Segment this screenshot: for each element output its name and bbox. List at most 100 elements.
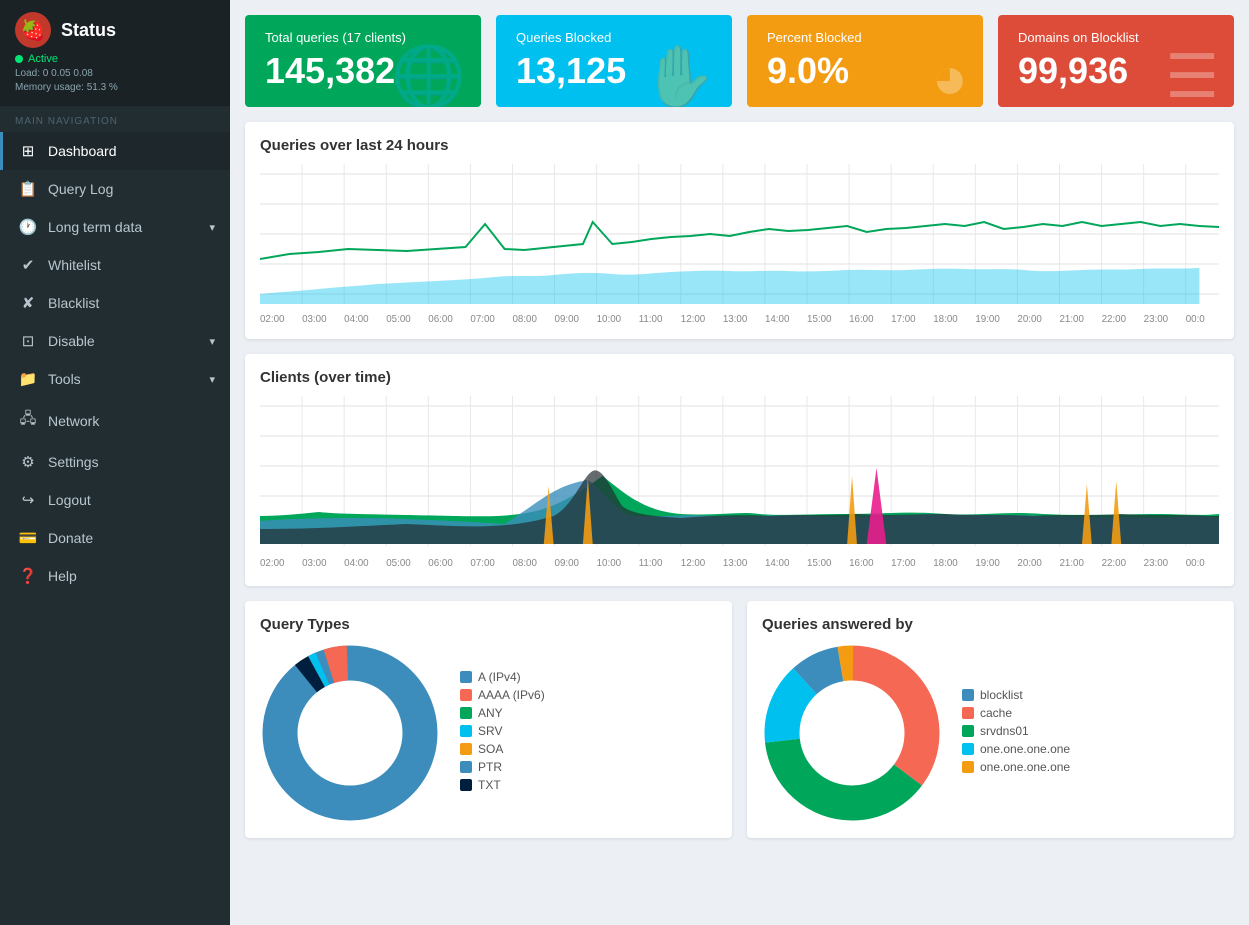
stat-card-text-domains: Domains on Blocklist 99,936: [1018, 30, 1139, 92]
legend-label-any: ANY: [478, 706, 503, 720]
svg-text:08:00: 08:00: [512, 314, 537, 324]
legend-box-txt: [460, 779, 472, 791]
status-dot-active: [15, 55, 23, 63]
sidebar-item-label-query-log: Query Log: [48, 181, 113, 197]
sidebar-item-label-long-term: Long term data: [48, 219, 142, 235]
svg-text:20:00: 20:00: [1017, 314, 1042, 324]
sidebar-item-tools[interactable]: 📁 Tools ▾: [0, 360, 230, 398]
svg-text:21:00: 21:00: [1059, 314, 1084, 324]
blacklist-icon: ✘: [18, 294, 38, 312]
svg-text:06:00: 06:00: [428, 558, 453, 569]
svg-text:22:00: 22:00: [1102, 558, 1127, 569]
stat-card-label-blocked: Queries Blocked: [516, 30, 626, 45]
svg-text:05:00: 05:00: [386, 314, 411, 324]
clients-chart-title: Clients (over time): [260, 369, 1219, 386]
svg-text:06:00: 06:00: [428, 314, 453, 324]
svg-text:10:00: 10:00: [597, 314, 622, 324]
settings-icon: ⚙: [18, 453, 38, 471]
sidebar-item-label-blacklist: Blacklist: [48, 295, 99, 311]
legend-label-txt: TXT: [478, 778, 501, 792]
query-types-panel: Query Types: [245, 601, 732, 838]
svg-text:09:00: 09:00: [555, 558, 580, 569]
queries-answered-donut: [762, 643, 942, 823]
legend-box-any: [460, 707, 472, 719]
pie-icon: ◕: [932, 43, 968, 107]
legend-item-blocklist: blocklist: [962, 688, 1070, 702]
svg-text:12:00: 12:00: [681, 558, 706, 569]
query-log-icon: 📋: [18, 180, 38, 198]
legend-item-ipv6: AAAA (IPv6): [460, 688, 545, 702]
sidebar-item-label-donate: Donate: [48, 530, 93, 546]
sidebar-item-help[interactable]: ❓ Help: [0, 557, 230, 595]
svg-text:18:00: 18:00: [933, 558, 958, 569]
tools-icon: 📁: [18, 370, 38, 388]
legend-label-srvdns01: srvdns01: [980, 724, 1029, 738]
queries-answered-title: Queries answered by: [762, 616, 1219, 633]
sidebar-item-query-log[interactable]: 📋 Query Log: [0, 170, 230, 208]
sidebar-header: 🍓 Status Active Load: 0 0.05 0.08 Memory…: [0, 0, 230, 106]
clients-over-time-chart: 02:00 03:00 04:00 05:00 06:00 07:00 08:0…: [260, 396, 1219, 571]
sidebar-item-network[interactable]: 🖧 Network: [0, 398, 230, 443]
sidebar-item-dashboard[interactable]: ⊞ Dashboard: [0, 132, 230, 170]
svg-text:20:00: 20:00: [1017, 558, 1042, 569]
legend-box-blocklist: [962, 689, 974, 701]
svg-text:05:00: 05:00: [386, 558, 411, 569]
svg-text:14:00: 14:00: [765, 558, 790, 569]
svg-text:16:00: 16:00: [849, 558, 874, 569]
sidebar-item-blacklist[interactable]: ✘ Blacklist: [0, 284, 230, 322]
svg-text:18:00: 18:00: [933, 314, 958, 324]
sidebar-item-donate[interactable]: 💳 Donate: [0, 519, 230, 557]
svg-text:04:00: 04:00: [344, 314, 369, 324]
sidebar-item-label-whitelist: Whitelist: [48, 257, 101, 273]
svg-text:21:00: 21:00: [1059, 558, 1084, 569]
legend-label-ipv4: A (IPv4): [478, 670, 521, 684]
svg-text:12:00: 12:00: [681, 314, 706, 324]
long-term-data-icon: 🕐: [18, 218, 38, 236]
stat-card-blocked: Queries Blocked 13,125 ✋: [496, 15, 732, 107]
legend-item-any: ANY: [460, 706, 545, 720]
svg-text:15:00: 15:00: [807, 314, 832, 324]
sidebar-item-label-help: Help: [48, 568, 77, 584]
legend-label-blocklist: blocklist: [980, 688, 1023, 702]
app-title: Status: [61, 20, 116, 41]
svg-text:03:00: 03:00: [302, 558, 327, 569]
sidebar-item-whitelist[interactable]: ✔ Whitelist: [0, 246, 230, 284]
queries-answered-panel: Queries answered by: [747, 601, 1234, 838]
svg-text:02:00: 02:00: [260, 558, 285, 569]
svg-text:10:00: 10:00: [597, 558, 622, 569]
legend-box-srv: [460, 725, 472, 737]
legend-item-soa: SOA: [460, 742, 545, 756]
legend-box-ipv4: [460, 671, 472, 683]
sidebar-item-settings[interactable]: ⚙ Settings: [0, 443, 230, 481]
svg-text:13:00: 13:00: [723, 314, 748, 324]
hand-icon: ✋: [642, 41, 717, 107]
sidebar-item-label-disable: Disable: [48, 333, 95, 349]
stat-card-label-percent: Percent Blocked: [767, 30, 862, 45]
list-icon: ☰: [1165, 42, 1219, 107]
load-info: Load: 0 0.05 0.08: [15, 68, 215, 79]
legend-item-srvdns01: srvdns01: [962, 724, 1070, 738]
svg-text:19:00: 19:00: [975, 314, 1000, 324]
stat-card-percent: Percent Blocked 9.0% ◕: [747, 15, 983, 107]
svg-text:07:00: 07:00: [470, 314, 495, 324]
svg-text:13:00: 13:00: [723, 558, 748, 569]
svg-text:11:00: 11:00: [639, 314, 663, 324]
sidebar-item-long-term-data[interactable]: 🕐 Long term data ▾: [0, 208, 230, 246]
svg-text:23:00: 23:00: [1144, 314, 1169, 324]
stat-cards-row: Total queries (17 clients) 145,382 🌐 Que…: [245, 15, 1234, 107]
globe-icon: 🌐: [391, 41, 466, 107]
nav-section-label: MAIN NAVIGATION: [0, 106, 230, 132]
legend-box-ptr: [460, 761, 472, 773]
legend-label-ipv6: AAAA (IPv6): [478, 688, 545, 702]
query-types-donut: [260, 643, 440, 823]
svg-text:04:00: 04:00: [344, 558, 369, 569]
svg-text:14:00: 14:00: [765, 314, 790, 324]
svg-text:07:00: 07:00: [470, 558, 495, 569]
whitelist-icon: ✔: [18, 256, 38, 274]
sidebar-item-disable[interactable]: ⊡ Disable ▾: [0, 322, 230, 360]
svg-text:00:0: 00:0: [1186, 558, 1206, 569]
sidebar-item-logout[interactable]: ↪ Logout: [0, 481, 230, 519]
svg-text:16:00: 16:00: [849, 314, 874, 324]
stat-card-domains: Domains on Blocklist 99,936 ☰: [998, 15, 1234, 107]
legend-box-srvdns01: [962, 725, 974, 737]
